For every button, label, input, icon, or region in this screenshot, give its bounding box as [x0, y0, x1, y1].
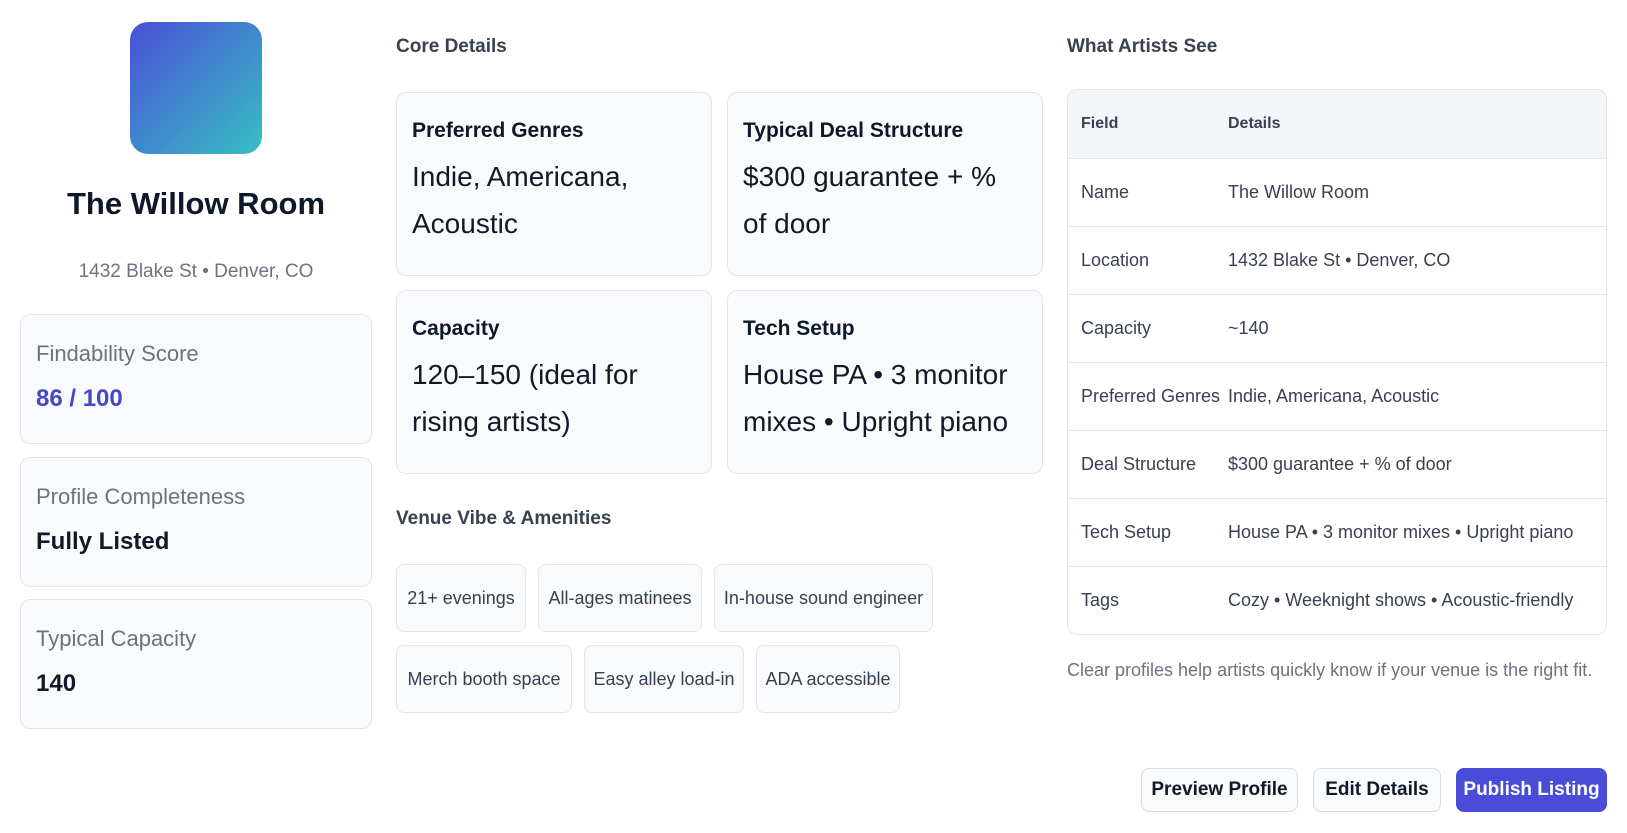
- table-row: Deal Structure $300 guarantee + % of doo…: [1068, 430, 1606, 498]
- publish-listing-button[interactable]: Publish Listing: [1456, 768, 1607, 812]
- edit-details-button[interactable]: Edit Details: [1313, 768, 1441, 812]
- row-details: The Willow Room: [1228, 182, 1370, 202]
- row-field: Location: [1081, 250, 1150, 270]
- stat-typical-capacity: Typical Capacity 140: [20, 599, 372, 729]
- row-details: 1432 Blake St • Denver, CO: [1228, 250, 1451, 270]
- amenity-tag: Easy alley load-in: [584, 645, 744, 713]
- row-details: $300 guarantee + % of door: [1228, 454, 1452, 474]
- table-row: Tech Setup House PA • 3 monitor mixes • …: [1068, 498, 1606, 566]
- card-deal-structure: Typical Deal Structure $300 guarantee + …: [727, 92, 1043, 276]
- preview-profile-button[interactable]: Preview Profile: [1141, 768, 1298, 812]
- card-preferred-genres: Preferred Genres Indie, Americana, Acous…: [396, 92, 712, 276]
- card-title: Typical Deal Structure: [743, 119, 964, 142]
- stat-label: Typical Capacity: [36, 626, 197, 651]
- card-title: Preferred Genres: [412, 119, 584, 142]
- card-value: House PA • 3 monitor mixes • Upright pia…: [743, 359, 1009, 437]
- artist-view-note: Clear profiles help artists quickly know…: [1067, 660, 1593, 680]
- stat-value: 86 / 100: [36, 385, 123, 412]
- stat-label: Findability Score: [36, 341, 199, 366]
- row-field: Name: [1081, 182, 1130, 202]
- venue-address: 1432 Blake St • Denver, CO: [78, 261, 314, 282]
- table-row: Location 1432 Blake St • Denver, CO: [1068, 226, 1606, 294]
- table-row: Preferred Genres Indie, Americana, Acous…: [1068, 362, 1606, 430]
- row-field: Tags: [1081, 590, 1120, 610]
- card-title: Capacity: [412, 317, 500, 340]
- venue-name: The Willow Room: [66, 186, 326, 221]
- card-title: Tech Setup: [743, 317, 855, 340]
- amenity-tag: ADA accessible: [756, 645, 900, 713]
- venue-logo: [130, 22, 262, 154]
- table-row: Capacity ~140: [1068, 294, 1606, 362]
- venue-profile-page: The Willow Room 1432 Blake St • Denver, …: [0, 0, 1627, 833]
- stat-profile-completeness: Profile Completeness Fully Listed: [20, 457, 372, 587]
- row-details: House PA • 3 monitor mixes • Upright pia…: [1228, 522, 1574, 542]
- row-field: Deal Structure: [1081, 454, 1197, 474]
- core-details-title: Core Details: [396, 36, 507, 57]
- card-tech-setup: Tech Setup House PA • 3 monitor mixes • …: [727, 290, 1043, 474]
- vibe-amenities-title: Venue Vibe & Amenities: [396, 508, 612, 529]
- card-value: Indie, Americana, Acoustic: [412, 161, 629, 239]
- column-header-details: Details: [1228, 115, 1281, 132]
- amenity-tag: 21+ evenings: [396, 564, 526, 632]
- amenity-tag: All-ages matinees: [538, 564, 702, 632]
- stat-findability-score: Findability Score 86 / 100: [20, 314, 372, 444]
- row-details: ~140: [1228, 318, 1269, 338]
- card-capacity: Capacity 120–150 (ideal for rising artis…: [396, 290, 712, 474]
- row-field: Capacity: [1081, 318, 1152, 338]
- artist-view-title: What Artists See: [1067, 36, 1218, 57]
- card-value: 120–150 (ideal for rising artists): [412, 359, 638, 437]
- stat-value: Fully Listed: [36, 528, 170, 555]
- table-row: Name The Willow Room: [1068, 158, 1606, 226]
- artist-view-table: Field Details Name The Willow Room Locat…: [1067, 89, 1607, 635]
- row-field: Tech Setup: [1081, 522, 1172, 542]
- row-details: Indie, Americana, Acoustic: [1228, 386, 1440, 406]
- card-value: $300 guarantee + % of door: [743, 161, 996, 239]
- column-header-field: Field: [1081, 115, 1119, 132]
- table-header-row: Field Details: [1068, 90, 1606, 158]
- stat-value: 140: [36, 670, 77, 697]
- amenity-tag: Merch booth space: [396, 645, 572, 713]
- amenity-tag: In-house sound engineer: [714, 564, 933, 632]
- row-details: Cozy • Weeknight shows • Acoustic-friend…: [1228, 590, 1574, 610]
- table-row: Tags Cozy • Weeknight shows • Acoustic-f…: [1068, 566, 1606, 634]
- row-field: Preferred Genres: [1081, 386, 1221, 406]
- stat-label: Profile Completeness: [36, 484, 246, 509]
